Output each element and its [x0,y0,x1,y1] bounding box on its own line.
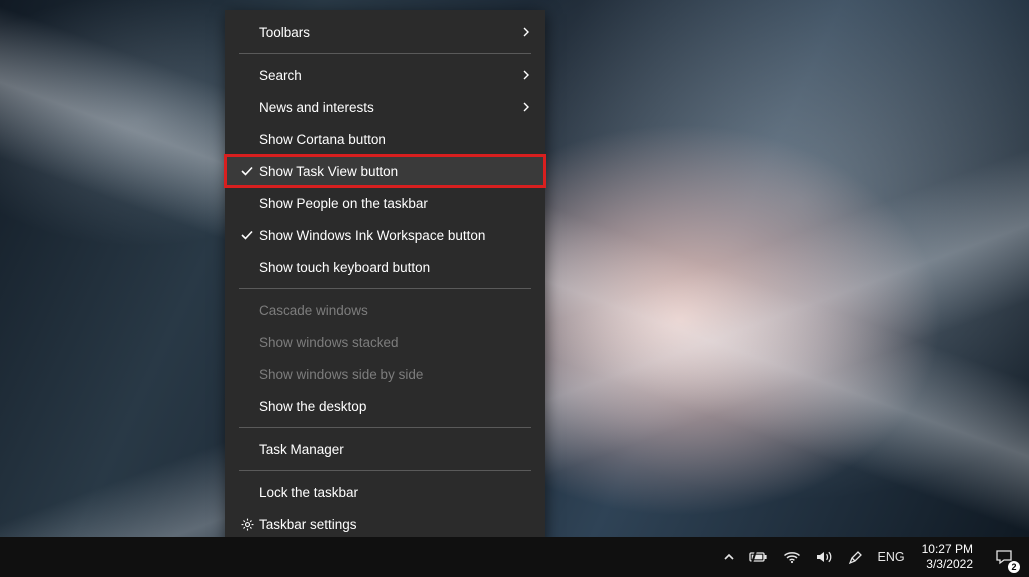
menu-label: Show Task View button [259,164,531,179]
menu-separator [239,470,531,471]
menu-separator [239,427,531,428]
menu-label: Lock the taskbar [259,485,531,500]
menu-item-show-task-view-button[interactable]: Show Task View button [225,155,545,187]
menu-label: Toolbars [259,25,521,40]
menu-label: Show Cortana button [259,132,531,147]
menu-item-show-the-desktop[interactable]: Show the desktop [225,390,545,422]
taskbar[interactable]: ENG 10:27 PM 3/3/2022 2 [0,537,1029,577]
menu-separator [239,53,531,54]
chevron-right-icon [521,27,531,37]
menu-item-show-windows-stacked: Show windows stacked [225,326,545,358]
menu-item-show-windows-ink-workspace-button[interactable]: Show Windows Ink Workspace button [225,219,545,251]
speaker-icon [815,549,833,565]
chevron-right-icon [521,70,531,80]
menu-label: News and interests [259,100,521,115]
menu-label: Show windows stacked [259,335,531,350]
clock-time: 10:27 PM [922,542,973,557]
notification-badge: 2 [1008,561,1020,573]
taskbar-spacer [0,537,716,577]
tray-wifi[interactable] [776,537,808,577]
menu-label: Show Windows Ink Workspace button [259,228,531,243]
tray-language[interactable]: ENG [871,537,912,577]
menu-item-show-touch-keyboard-button[interactable]: Show touch keyboard button [225,251,545,283]
pen-icon [847,549,864,566]
gear-icon [235,517,259,532]
chevron-right-icon [521,102,531,112]
menu-label: Show windows side by side [259,367,531,382]
wifi-icon [783,550,801,564]
menu-item-show-windows-side-by-side: Show windows side by side [225,358,545,390]
menu-item-taskbar-settings[interactable]: Taskbar settings [225,508,545,540]
tray-volume[interactable] [808,537,840,577]
menu-item-cascade-windows: Cascade windows [225,294,545,326]
check-icon [235,164,259,178]
check-icon [235,228,259,242]
menu-item-task-manager[interactable]: Task Manager [225,433,545,465]
menu-label: Show the desktop [259,399,531,414]
menu-item-news-and-interests[interactable]: News and interests [225,91,545,123]
tray-clock[interactable]: 10:27 PM 3/3/2022 [912,537,983,577]
language-label: ENG [878,550,905,564]
menu-label: Show touch keyboard button [259,260,531,275]
system-tray: ENG 10:27 PM 3/3/2022 2 [716,537,1029,577]
chevron-up-icon [723,551,735,563]
menu-item-toolbars[interactable]: Toolbars [225,16,545,48]
menu-separator [239,288,531,289]
menu-item-show-cortana-button[interactable]: Show Cortana button [225,123,545,155]
taskbar-context-menu: Toolbars Search News and interests Show … [225,10,545,548]
menu-label: Search [259,68,521,83]
menu-label: Cascade windows [259,303,531,318]
menu-label: Show People on the taskbar [259,196,531,211]
tray-action-center[interactable]: 2 [983,537,1025,577]
battery-icon [749,550,769,564]
menu-item-show-people-on-taskbar[interactable]: Show People on the taskbar [225,187,545,219]
menu-label: Task Manager [259,442,531,457]
clock-date: 3/3/2022 [926,557,973,572]
tray-battery[interactable] [742,537,776,577]
menu-label: Taskbar settings [259,517,531,532]
menu-item-search[interactable]: Search [225,59,545,91]
tray-ink-workspace[interactable] [840,537,871,577]
menu-item-lock-the-taskbar[interactable]: Lock the taskbar [225,476,545,508]
tray-overflow-button[interactable] [716,537,742,577]
